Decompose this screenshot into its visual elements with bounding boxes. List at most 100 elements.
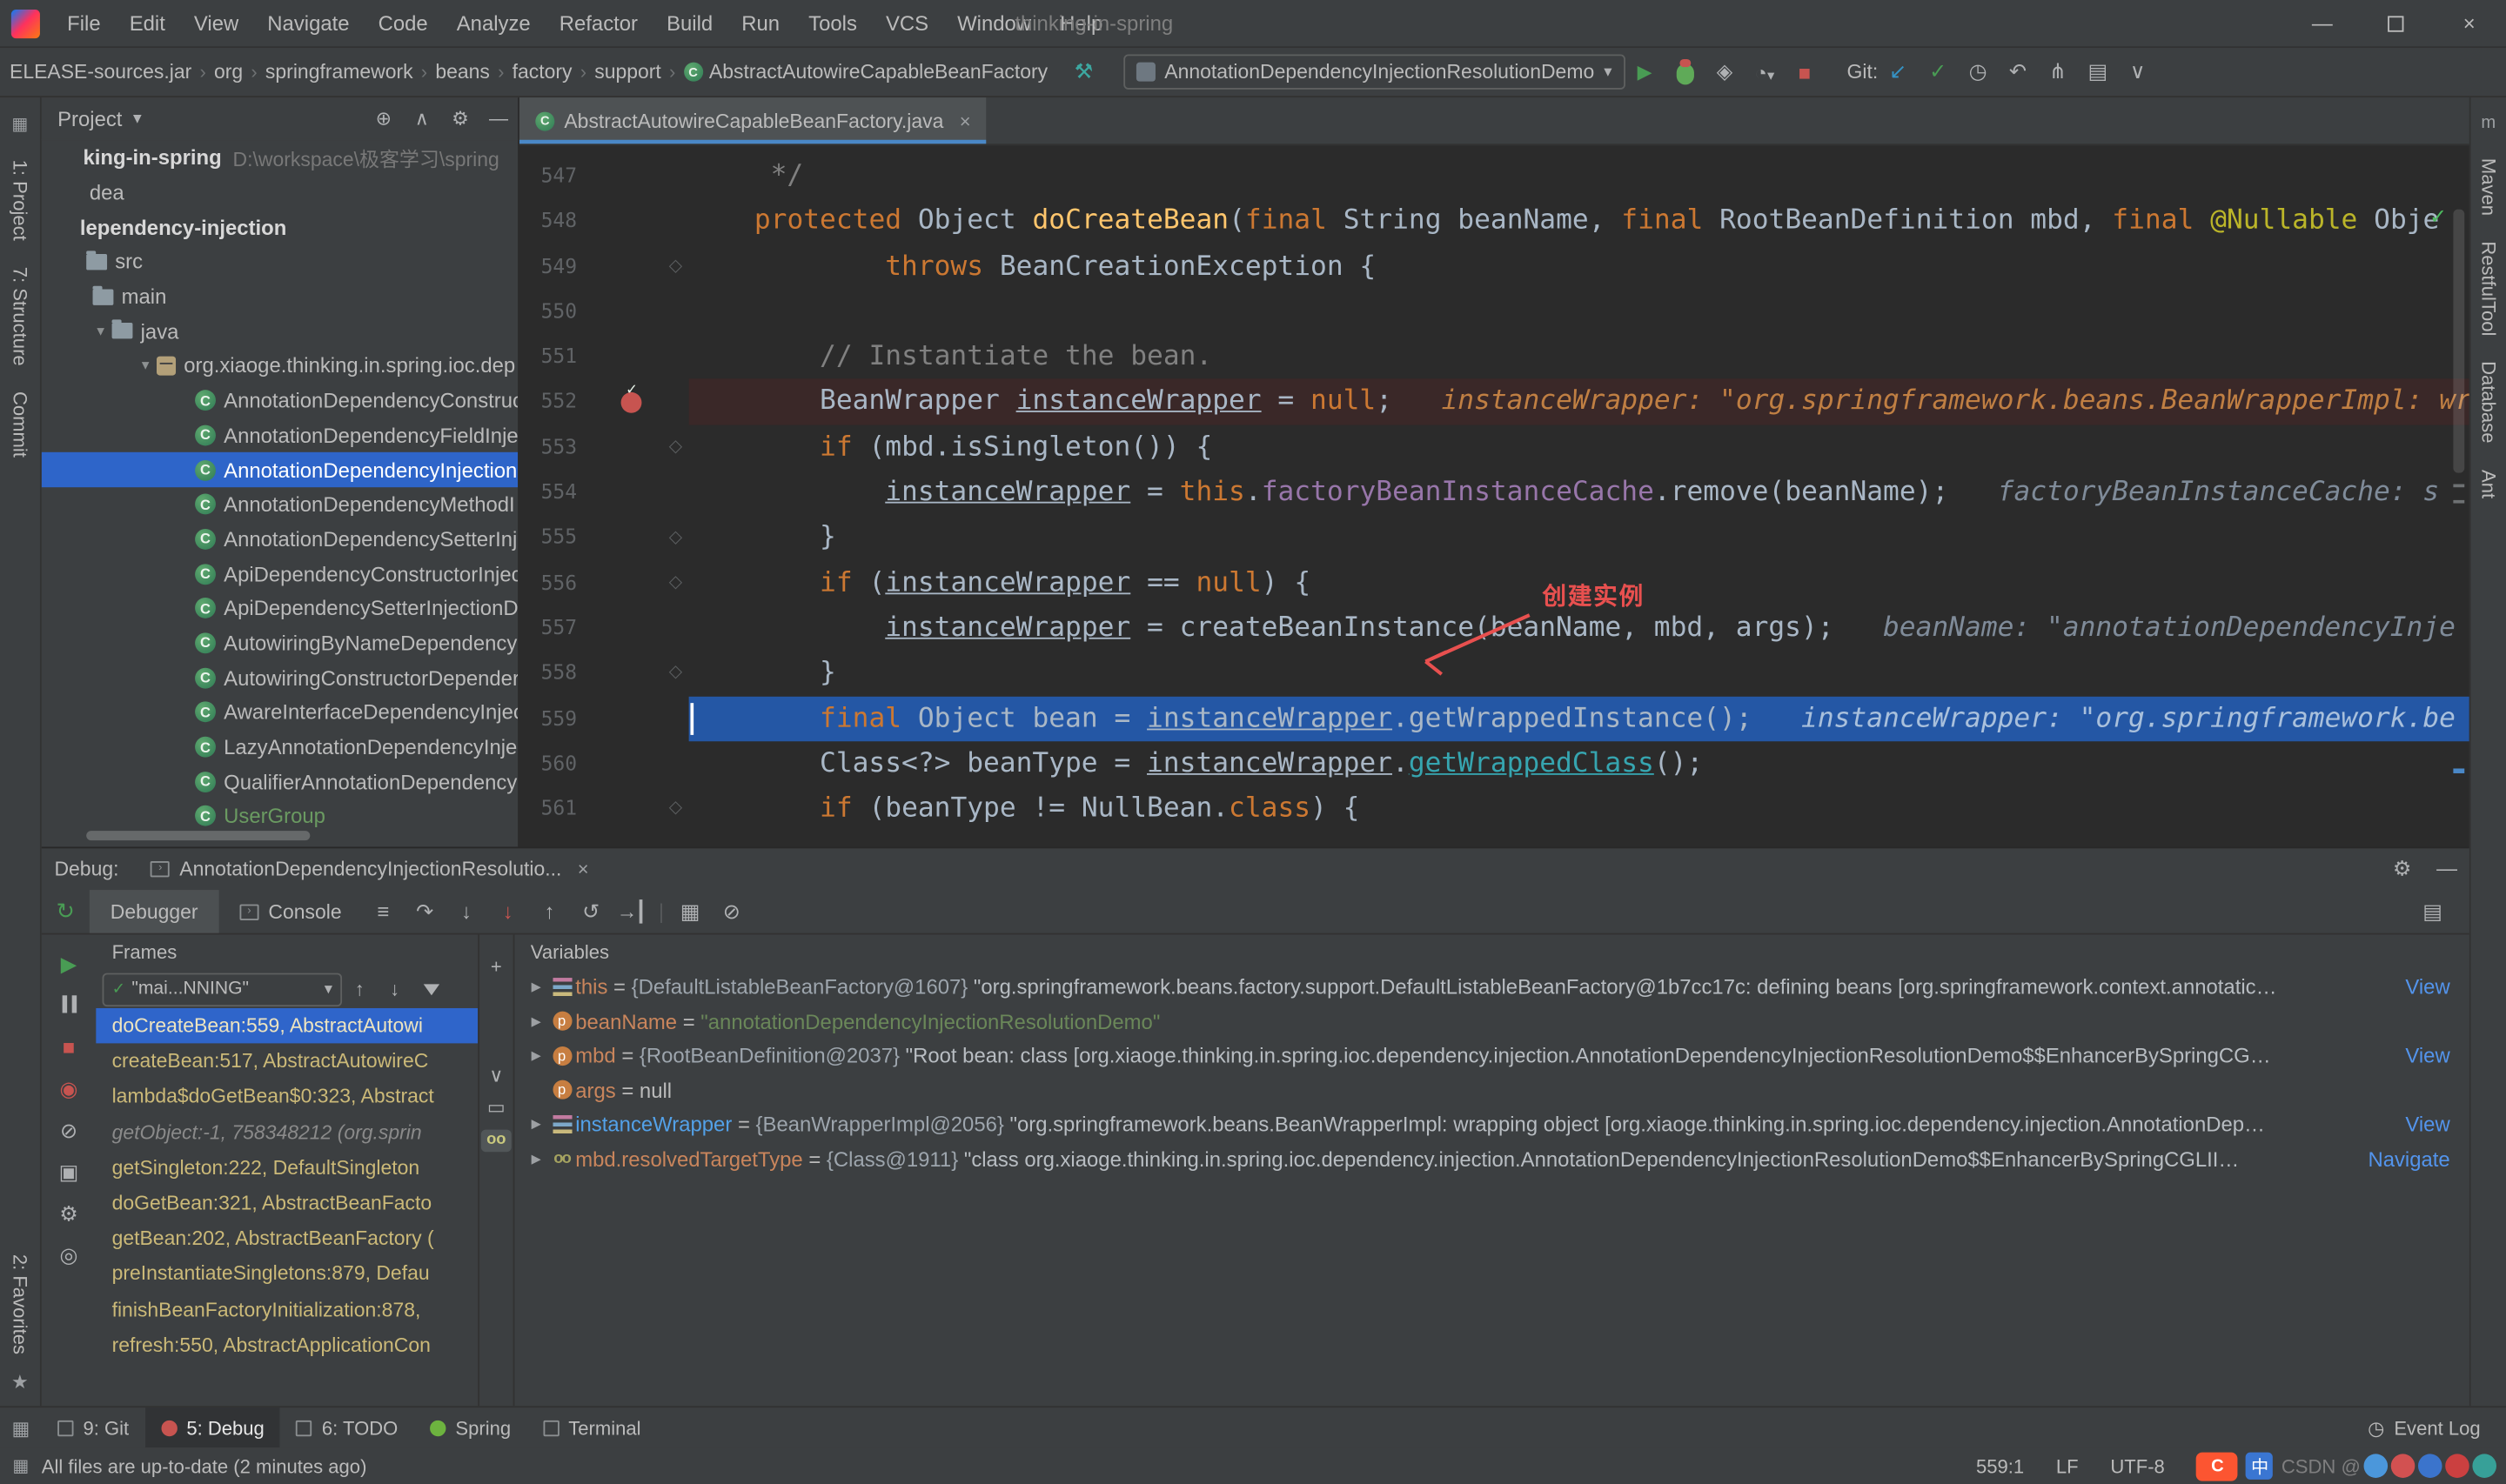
code-line[interactable]: 549 ◇ throws BeanCreationException { <box>519 244 2469 289</box>
hide-panel-icon[interactable]: — <box>479 107 518 130</box>
maximize-icon[interactable] <box>2359 0 2432 47</box>
gutter[interactable]: ◇ <box>590 244 689 289</box>
variable-view-link[interactable]: View <box>2393 1113 2469 1137</box>
gutter[interactable] <box>590 198 689 244</box>
breadcrumb-item[interactable]: factory <box>509 61 575 84</box>
line-number[interactable]: 559 <box>519 696 590 741</box>
gutter[interactable] <box>590 289 689 334</box>
project-tree-item[interactable]: C AwareInterfaceDependencyInjec <box>42 695 518 730</box>
variable-row[interactable]: ▶ instanceWrapper = {BeanWrapperImpl@2056… <box>514 1107 2469 1141</box>
project-tree-item[interactable]: C AutowiringConstructorDepender <box>42 660 518 695</box>
stack-frame-row[interactable]: createBean:517, AbstractAutowireC <box>96 1044 478 1080</box>
pin-icon[interactable]: ◎ <box>60 1245 78 1266</box>
gutter[interactable] <box>590 153 689 198</box>
step-into-icon[interactable]: ↓ <box>446 899 487 924</box>
project-tree-item[interactable]: C AutowiringByNameDependencyS <box>42 625 518 660</box>
settings-gear-icon[interactable]: ⚙ <box>59 1203 77 1224</box>
event-log-button[interactable]: ◷ Event Log <box>2368 1416 2506 1439</box>
tab-debugger[interactable]: Debugger <box>89 890 219 933</box>
tool-stripe-7-structure[interactable]: 7: Structure <box>9 266 31 365</box>
locate-icon[interactable]: ⊕ <box>365 107 403 130</box>
editor-tab[interactable]: C AbstractAutowireCapableBeanFactory.jav… <box>519 97 988 144</box>
close-icon[interactable]: × <box>960 110 971 132</box>
code-line[interactable]: 552 BeanWrapper instanceWrapper = null; … <box>519 379 2469 425</box>
breadcrumb-item[interactable]: support <box>592 61 665 84</box>
mute-breakpoints-icon[interactable]: ⊘ <box>711 899 753 924</box>
project-tree-item[interactable]: C ApiDependencyConstructorInjec <box>42 557 518 592</box>
code-line[interactable]: 559 final Object bean = instanceWrapper.… <box>519 696 2469 741</box>
toolwindow-button-debug[interactable]: 5: Debug <box>144 1407 281 1448</box>
expand-arrow-icon[interactable]: ▶ <box>524 1117 548 1132</box>
project-tree-item[interactable]: C QualifierAnnotationDependency <box>42 765 518 799</box>
gutter[interactable]: ◇ <box>590 424 689 470</box>
toolwindow-button-terminal[interactable]: Terminal <box>526 1407 656 1447</box>
gutter[interactable]: ◇ <box>590 651 689 696</box>
chevron-down-icon[interactable]: ∨ <box>2118 59 2158 84</box>
line-number[interactable]: 553 <box>519 424 590 470</box>
step-over-icon[interactable]: ↷ <box>404 899 446 924</box>
history-icon[interactable]: ◷ <box>1958 59 1998 84</box>
expand-arrow-icon[interactable]: ▶ <box>524 1152 548 1166</box>
stack-frame-row[interactable]: getSingleton:222, DefaultSingleton <box>96 1150 478 1186</box>
build-wrench-icon[interactable]: ⚒ <box>1064 59 1104 84</box>
code-line[interactable]: 553 ◇ if (mbd.isSingleton()) { <box>519 424 2469 470</box>
code-line[interactable]: 548 protected Object doCreateBean(final … <box>519 198 2469 244</box>
expand-arrow-icon[interactable]: ▶ <box>524 979 548 994</box>
line-number[interactable]: 558 <box>519 651 590 696</box>
stop-icon[interactable]: ■ <box>63 1037 75 1058</box>
expand-arrow-icon[interactable]: ▶ <box>524 1014 548 1029</box>
menu-navigate[interactable]: Navigate <box>253 0 364 47</box>
gutter[interactable] <box>590 605 689 651</box>
breadcrumb-item[interactable]: C AbstractAutowireCapableBeanFactory <box>680 61 1051 84</box>
code-line[interactable]: 561 ◇ if (beanType != NullBean.class) { <box>519 786 2469 832</box>
commit-icon[interactable]: ✓ <box>1918 59 1958 84</box>
update-project-icon[interactable]: ↙ <box>1878 59 1918 84</box>
menu-vcs[interactable]: VCS <box>871 0 942 47</box>
variable-view-link[interactable]: View <box>2393 1044 2469 1068</box>
stack-frame-row[interactable]: doGetBean:321, AbstractBeanFacto <box>96 1186 478 1221</box>
breadcrumb-item[interactable]: springframework <box>262 61 416 84</box>
toolwindow-switcher-icon[interactable]: ▦ <box>0 1416 42 1439</box>
tree-expand-arrow-icon[interactable]: ▼ <box>134 358 157 373</box>
line-number[interactable]: 560 <box>519 741 590 786</box>
drop-frame-icon[interactable]: ↺ <box>570 899 612 924</box>
stack-frame-row[interactable]: getObject:-1, 758348212 (org.sprin <box>96 1114 478 1150</box>
file-encoding[interactable]: UTF-8 <box>2110 1454 2164 1477</box>
force-step-into-icon[interactable]: ↓ <box>487 899 529 924</box>
variable-row[interactable]: ▶ oo mbd.resolvedTargetType = {Class@1911}… <box>514 1141 2469 1175</box>
code-line[interactable]: 560 Class<?> beanType = instanceWrapper.… <box>519 741 2469 786</box>
menu-tools[interactable]: Tools <box>794 0 872 47</box>
coverage-button[interactable]: ◈ <box>1705 59 1745 84</box>
line-separator[interactable]: LF <box>2056 1454 2079 1477</box>
rerun-icon[interactable]: ↻ <box>42 898 90 925</box>
toolwindow-layout-icon[interactable]: ▤ <box>2078 59 2118 84</box>
variable-row[interactable]: p args = null <box>514 1073 2469 1106</box>
line-number[interactable]: 548 <box>519 198 590 244</box>
tool-stripe-maven[interactable]: Maven <box>2477 158 2500 216</box>
line-number[interactable]: 557 <box>519 605 590 651</box>
profiler-button[interactable]: ◔▾ <box>1745 60 1785 84</box>
line-number[interactable]: 549 <box>519 244 590 289</box>
stack-frame-row[interactable]: doCreateBean:559, AbstractAutowi <box>96 1007 479 1044</box>
fold-marker-icon[interactable]: ◇ <box>669 573 683 592</box>
thread-dump-camera-icon[interactable]: ▣ <box>59 1161 79 1182</box>
run-button[interactable]: ▶ <box>1625 61 1665 84</box>
breakpoint-icon[interactable] <box>620 380 642 413</box>
project-tree-item[interactable]: C UserGroup <box>42 799 518 833</box>
project-tree-item[interactable]: C ApiDependencySetterInjectionD <box>42 591 518 625</box>
next-frame-icon[interactable]: ↓ <box>377 978 412 1000</box>
watches-glasses-icon[interactable]: oo <box>481 1129 512 1153</box>
tool-stripe-ant[interactable]: Ant <box>2477 470 2500 498</box>
gutter[interactable]: ◇ <box>590 515 689 560</box>
hide-panel-icon[interactable]: — <box>2424 856 2469 881</box>
copy-icon[interactable]: ▭ <box>487 1098 506 1117</box>
chevron-down-icon[interactable]: ▼ <box>131 110 144 126</box>
gutter[interactable] <box>590 379 689 424</box>
project-tree-item[interactable]: C AnnotationDependencyMethodI <box>42 487 518 522</box>
code-line[interactable]: 554 instanceWrapper = this.factoryBeanIn… <box>519 470 2469 515</box>
prev-frame-icon[interactable]: ↑ <box>342 978 377 1000</box>
fold-marker-icon[interactable]: ◇ <box>669 528 683 546</box>
chevron-down-icon[interactable]: ∨ <box>489 1066 503 1085</box>
gutter[interactable] <box>590 696 689 741</box>
project-tree-item[interactable]: lependency-injection <box>42 210 518 244</box>
